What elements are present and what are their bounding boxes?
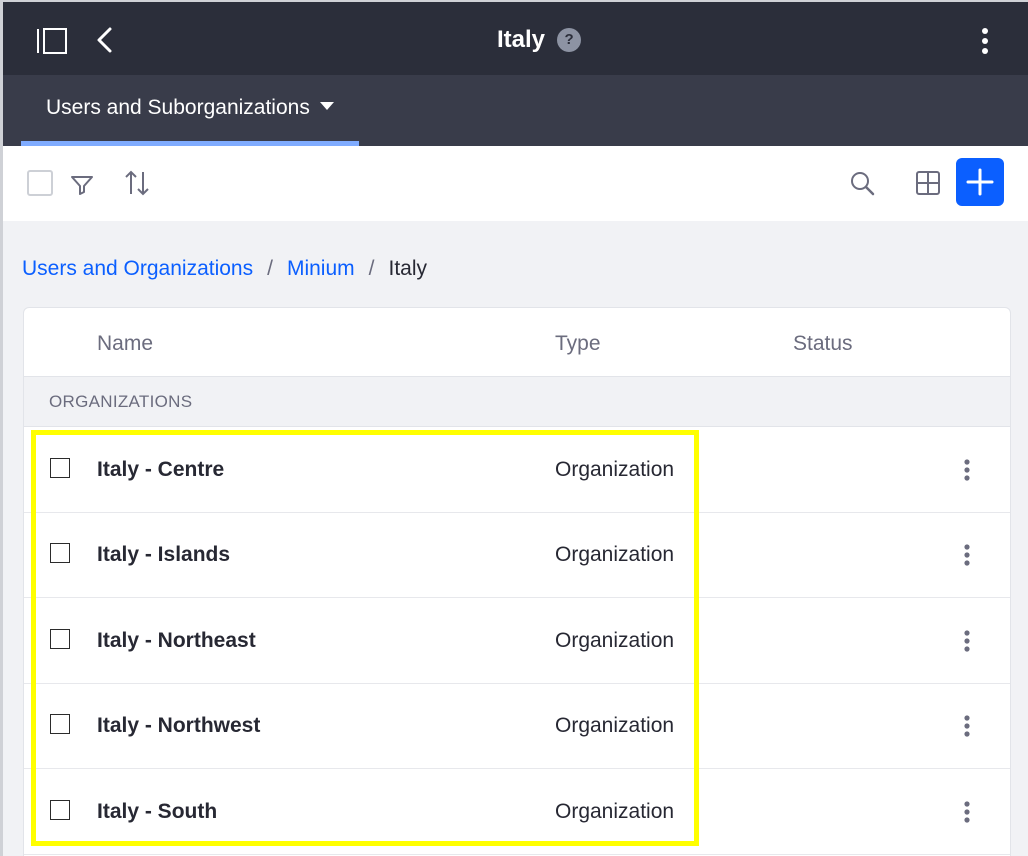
tab-users-and-suborganizations[interactable]: Users and Suborganizations bbox=[21, 75, 359, 146]
page-title-group: Italy ? bbox=[497, 24, 582, 56]
breadcrumb-separator: / bbox=[267, 257, 273, 280]
row-actions-kebab-icon[interactable] bbox=[960, 541, 974, 571]
sort-icon[interactable] bbox=[121, 168, 153, 198]
sidebar-toggle-icon[interactable] bbox=[35, 26, 69, 56]
caret-down-icon bbox=[319, 102, 334, 110]
row-name[interactable]: Italy - Islands bbox=[97, 543, 230, 567]
row-checkbox[interactable] bbox=[50, 629, 70, 649]
grid-view-icon[interactable] bbox=[913, 168, 943, 198]
group-label: ORGANIZATIONS bbox=[49, 392, 193, 411]
row-type: Organization bbox=[555, 543, 675, 566]
app-frame: Italy ? Users and Suborganizations Users… bbox=[0, 0, 1028, 856]
row-type: Organization bbox=[555, 458, 675, 481]
row-name[interactable]: Italy - Northeast bbox=[97, 629, 256, 653]
row-actions-kebab-icon[interactable] bbox=[960, 456, 974, 486]
add-button[interactable] bbox=[956, 158, 1004, 206]
back-arrow-icon[interactable] bbox=[93, 24, 117, 56]
row-name[interactable]: Italy - Centre bbox=[97, 458, 224, 482]
column-header-name[interactable]: Name bbox=[97, 332, 153, 356]
row-actions-kebab-icon[interactable] bbox=[960, 627, 974, 657]
row-checkbox[interactable] bbox=[50, 800, 70, 820]
table-row[interactable]: Italy - Islands Organization bbox=[24, 513, 1010, 598]
column-header-status[interactable]: Status bbox=[793, 332, 853, 356]
breadcrumb-link-users-and-organizations[interactable]: Users and Organizations bbox=[22, 257, 253, 281]
row-checkbox[interactable] bbox=[50, 458, 70, 478]
column-header-type[interactable]: Type bbox=[555, 332, 601, 356]
kebab-icon[interactable] bbox=[971, 26, 999, 56]
breadcrumb-link-minium[interactable]: Minium bbox=[287, 257, 355, 281]
table-row[interactable]: Italy - Centre Organization bbox=[24, 428, 1010, 513]
organizations-table: Name Type Status ORGANIZATIONS Italy - C… bbox=[23, 307, 1011, 856]
filter-icon[interactable] bbox=[69, 172, 95, 198]
breadcrumb: Users and Organizations / Minium / Italy bbox=[22, 254, 427, 284]
tab-label: Users and Suborganizations bbox=[46, 96, 310, 119]
row-checkbox[interactable] bbox=[50, 714, 70, 734]
row-type: Organization bbox=[555, 629, 675, 652]
select-all-checkbox[interactable] bbox=[27, 170, 53, 196]
row-type: Organization bbox=[555, 714, 675, 737]
row-actions-kebab-icon[interactable] bbox=[960, 712, 974, 742]
row-checkbox[interactable] bbox=[50, 543, 70, 563]
row-actions-kebab-icon[interactable] bbox=[960, 798, 974, 828]
row-type: Organization bbox=[555, 800, 675, 823]
row-name[interactable]: Italy - South bbox=[97, 800, 217, 824]
breadcrumb-separator: / bbox=[368, 257, 375, 280]
plus-icon bbox=[966, 168, 994, 196]
navigation-bar: Users and Suborganizations bbox=[3, 75, 1028, 146]
group-header-organizations: ORGANIZATIONS bbox=[24, 377, 1010, 427]
table-row[interactable]: Italy - Northwest Organization bbox=[24, 684, 1010, 769]
breadcrumb-current: Italy bbox=[388, 257, 428, 280]
table-row[interactable]: Italy - Northeast Organization bbox=[24, 599, 1010, 684]
management-toolbar bbox=[3, 146, 1028, 221]
page-title: Italy bbox=[497, 26, 546, 53]
help-icon[interactable]: ? bbox=[557, 28, 582, 52]
table-row[interactable]: Italy - South Organization bbox=[24, 770, 1010, 855]
top-header: Italy ? bbox=[3, 0, 1028, 75]
search-icon[interactable] bbox=[847, 168, 877, 198]
row-name[interactable]: Italy - Northwest bbox=[97, 714, 260, 738]
table-header: Name Type Status bbox=[24, 308, 1010, 377]
